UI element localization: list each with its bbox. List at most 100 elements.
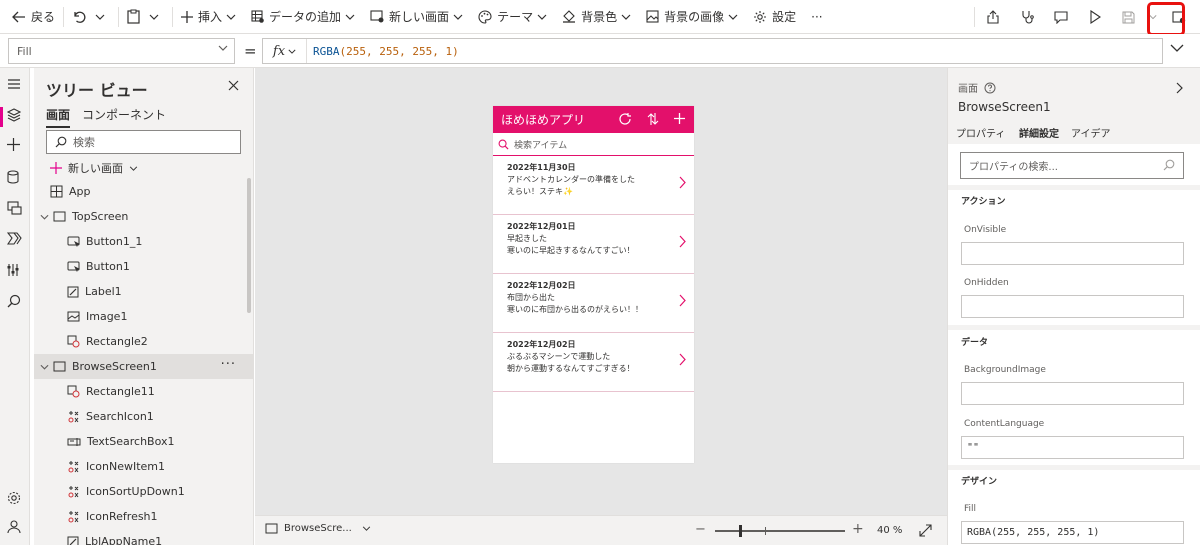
preview-button[interactable] (1080, 0, 1114, 34)
app-search-box[interactable]: 検索アイテム (493, 133, 694, 156)
list-item[interactable]: 2022年12月01日 早起きした 寒いのに早起きするなんてすごい！ (493, 215, 694, 274)
tab-advanced[interactable]: 詳細設定 (1019, 125, 1059, 146)
zoom-in-button[interactable]: + (852, 521, 864, 537)
tree-item-label: TopScreen (72, 210, 129, 223)
background-image-button[interactable]: 背景の画像 (641, 0, 748, 34)
variables-icon[interactable] (7, 263, 20, 277)
add-item-icon[interactable] (673, 112, 686, 125)
chevron-down-icon[interactable] (149, 14, 159, 20)
tree-item-label: Image1 (86, 310, 128, 323)
tree-item-textsearchbox1[interactable]: TextSearchBox1 (34, 429, 253, 454)
tree-item-iconsortupdown1[interactable]: IconSortUpDown1 (34, 479, 253, 504)
chevron-right-icon[interactable] (679, 176, 686, 189)
tab-properties[interactable]: プロパティ (956, 125, 1005, 140)
fit-to-window-icon[interactable] (919, 524, 932, 537)
app-checker-button[interactable] (1012, 0, 1046, 34)
database-icon[interactable] (7, 170, 19, 184)
comments-button[interactable] (1046, 0, 1080, 34)
power-automate-icon[interactable] (7, 232, 22, 245)
formula-text[interactable]: RGBA(255, 255, 255, 1) (307, 45, 459, 58)
property-search-input[interactable]: プロパティの検索... (960, 152, 1184, 179)
formula-args: (255, 255, 255, 1) (339, 44, 459, 58)
chevron-down-icon[interactable] (95, 14, 105, 20)
background-color-button[interactable]: 背景色 (557, 0, 641, 34)
backgroundimage-input[interactable] (961, 382, 1184, 405)
onvisible-input[interactable] (961, 242, 1184, 265)
insert-button[interactable]: 挿入 (176, 0, 246, 34)
chevron-right-icon[interactable] (679, 235, 686, 248)
screen-icon (53, 361, 66, 372)
more-button[interactable]: ··· (801, 0, 827, 34)
list-item[interactable]: 2022年12月02日 ぶるぶるマシーンで運動した 朝から運動するなんてすごすぎ… (493, 333, 694, 392)
screen-selector[interactable]: BrowseScre... (265, 523, 377, 534)
hamburger-icon[interactable] (7, 78, 21, 90)
add-data-label: データの追加 (269, 10, 342, 24)
search-icon[interactable] (7, 294, 21, 308)
tab-components[interactable]: コンポーネント (82, 106, 166, 123)
tree-item-topscreen[interactable]: TopScreen (34, 204, 253, 229)
media-icon[interactable] (7, 201, 22, 215)
tree-item-rectangle2[interactable]: Rectangle2 (34, 329, 253, 354)
tree-item-button1-1[interactable]: Button1_1 (34, 229, 253, 254)
save-button[interactable] (1114, 0, 1148, 34)
layers-icon[interactable] (7, 108, 21, 122)
tree-item-app[interactable]: App (34, 179, 253, 204)
tab-screens[interactable]: 画面 (46, 106, 71, 128)
tree-item-iconrefresh1[interactable]: IconRefresh1 (34, 504, 253, 529)
tree-item-searchicon1[interactable]: SearchIcon1 (34, 404, 253, 429)
tree-item-button1[interactable]: Button1 (34, 254, 253, 279)
help-icon[interactable] (984, 82, 996, 94)
more-options-button[interactable]: ··· (221, 357, 236, 372)
formula-input[interactable]: fx RGBA(255, 255, 255, 1) (262, 38, 1163, 64)
tree-item-iconnewitem1[interactable]: IconNewItem1 (34, 454, 253, 479)
share-button[interactable] (978, 0, 1012, 34)
backgroundimage-label: BackgroundImage (964, 365, 1046, 375)
expand-formula-chevron-icon[interactable] (1170, 44, 1184, 52)
sort-up-down-icon[interactable] (647, 112, 659, 126)
comment-icon (1053, 10, 1068, 24)
tree-item-rectangle11[interactable]: Rectangle11 (34, 379, 253, 404)
onhidden-input[interactable] (961, 295, 1184, 318)
virtual-agent-icon[interactable] (7, 520, 21, 534)
plus-icon[interactable] (7, 138, 20, 151)
new-screen-link[interactable]: 新しい画面 (50, 160, 144, 176)
settings-button[interactable]: 設定 (748, 0, 801, 34)
list-item[interactable]: 2022年12月02日 布団から出た 寒いのに布団から出るのがえらい！！ (493, 274, 694, 333)
contentlanguage-input[interactable]: "" (961, 436, 1184, 459)
chevron-down-icon[interactable] (40, 214, 49, 220)
fill-label: Fill (964, 504, 977, 514)
chevron-down-icon[interactable] (40, 364, 49, 370)
undo-button[interactable] (67, 0, 115, 34)
chevron-right-icon[interactable] (679, 294, 686, 307)
theme-button[interactable]: テーマ (473, 0, 557, 34)
tree-search-input[interactable]: 検索 (46, 130, 241, 154)
back-button[interactable]: 戻る (0, 0, 60, 34)
chevron-right-icon[interactable] (679, 353, 686, 366)
function-button[interactable]: fx (263, 39, 307, 63)
list-item[interactable]: 2022年11月30日 アドベントカレンダーの準備をした えらい！ステキ✨ (493, 156, 694, 215)
add-data-button[interactable]: データの追加 (246, 0, 365, 34)
tab-ideas[interactable]: アイデア (1071, 125, 1111, 140)
tree-item-lblappname1[interactable]: LblAppName1 (34, 529, 253, 545)
chevron-right-icon[interactable] (1176, 82, 1183, 94)
control-name[interactable]: BrowseScreen1 (958, 100, 1051, 114)
tree-item-label: IconRefresh1 (86, 510, 158, 523)
zoom-slider[interactable] (715, 525, 845, 537)
refresh-icon[interactable] (618, 112, 632, 126)
property-dropdown[interactable]: Fill (8, 38, 235, 64)
tree-view-title: ツリー ビュー (46, 81, 148, 100)
insert-label: 挿入 (198, 10, 223, 24)
new-screen-button[interactable]: 新しい画面 (365, 0, 473, 34)
tree-item-image1[interactable]: Image1 (34, 304, 253, 329)
tree-item-browsescreen1[interactable]: BrowseScreen1 ··· (34, 354, 253, 379)
zoom-slider-thumb[interactable] (739, 525, 742, 537)
close-icon[interactable] (228, 80, 239, 91)
app-screen-preview[interactable]: ほめほめアプリ 検索アイテム 2022年11月30日 アドベントカレンダーの準備… (493, 106, 694, 463)
paste-button[interactable] (122, 0, 169, 34)
tree-item-label1[interactable]: Label1 (34, 279, 253, 304)
fill-input[interactable]: RGBA(255, 255, 255, 1) (961, 521, 1184, 544)
gear-icon[interactable] (7, 491, 21, 505)
tree-scrollbar[interactable] (247, 178, 251, 313)
zoom-out-button[interactable]: − (695, 522, 706, 537)
app-title[interactable]: ほめほめアプリ (501, 111, 585, 128)
